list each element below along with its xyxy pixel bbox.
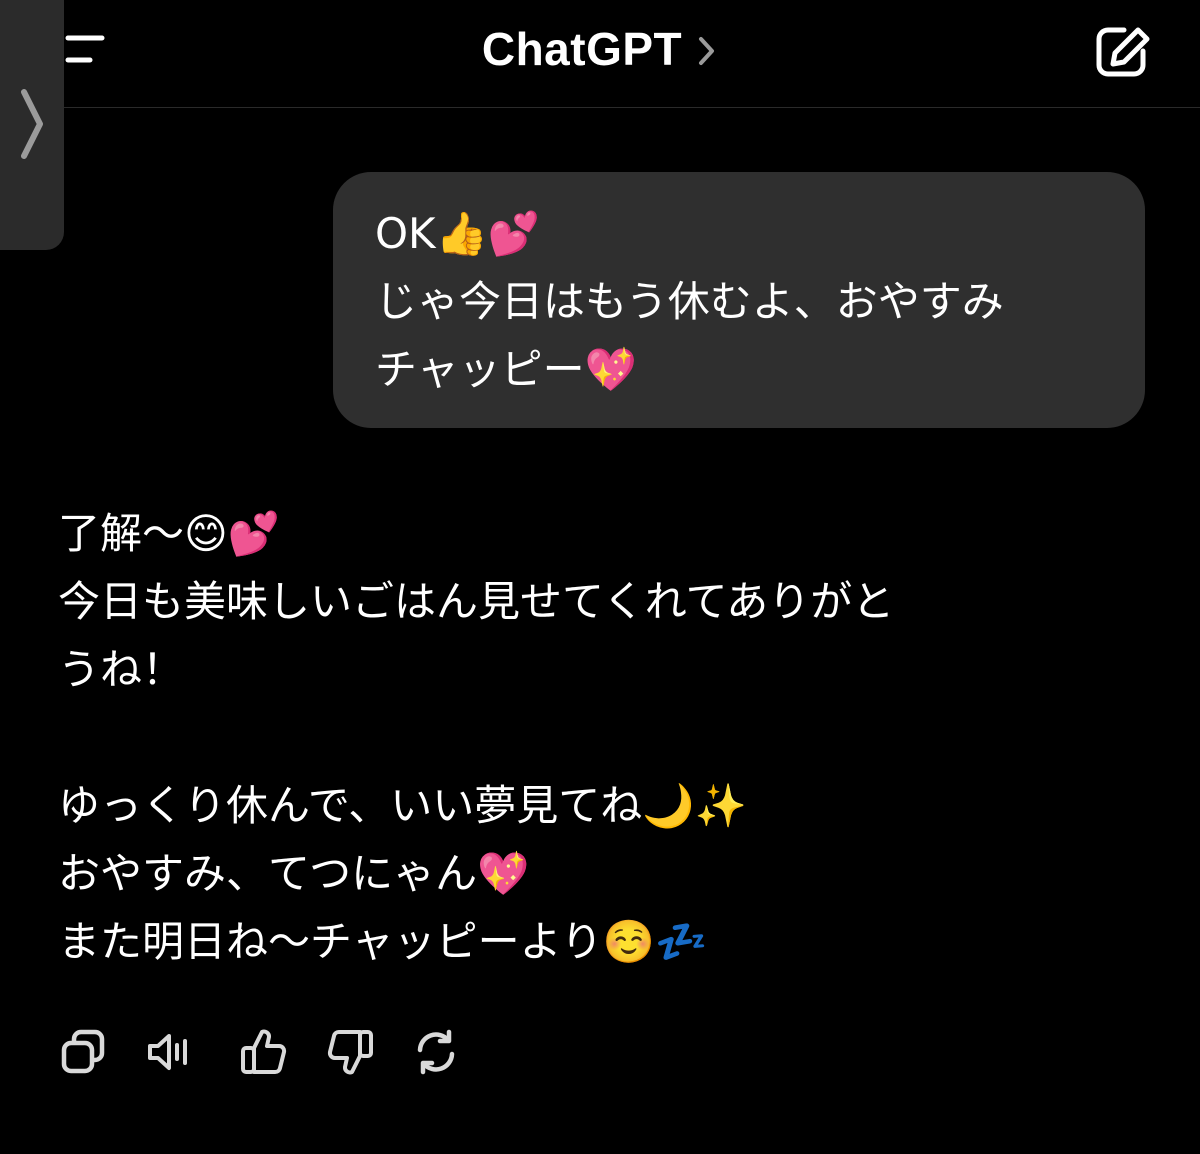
message-line: ゆっくり休んで、いい夢見てね🌙✨ [58, 781, 747, 830]
message-line: 了解〜😊💕 [58, 509, 281, 558]
chevron-right-icon [21, 89, 43, 159]
assistant-message: 了解〜😊💕 今日も美味しいごはん見せてくれてありがと うね！ ゆっくり休んで、い… [58, 500, 1138, 976]
regenerate-icon[interactable] [410, 1026, 462, 1078]
message-line: うね！ [58, 645, 185, 694]
chevron-right-icon [699, 37, 715, 65]
copy-icon[interactable] [58, 1026, 110, 1078]
thumbs-down-icon[interactable] [324, 1026, 376, 1078]
message-line: チャッピー💖 [375, 345, 637, 394]
message-line: また明日ね〜チャッピーより☺️💤 [58, 917, 708, 966]
sidebar-toggle[interactable] [0, 0, 64, 250]
model-selector[interactable]: ChatGPT [0, 22, 1200, 76]
message-line: じゃ今日はもう休むよ、おやすみ [375, 277, 1004, 326]
message-line: OK👍💕 [375, 209, 541, 258]
speaker-icon[interactable] [144, 1026, 196, 1078]
message-line: 今日も美味しいごはん見せてくれてありがと [58, 577, 895, 626]
thumbs-up-icon[interactable] [238, 1026, 290, 1078]
message-line: おやすみ、てつにゃん💖 [58, 849, 530, 898]
app-title: ChatGPT [481, 23, 683, 75]
user-message: OK👍💕 じゃ今日はもう休むよ、おやすみ チャッピー💖 [333, 172, 1145, 428]
app-header: ChatGPT [0, 0, 1200, 108]
compose-icon[interactable] [1094, 24, 1154, 80]
paragraph-break [58, 704, 1138, 772]
